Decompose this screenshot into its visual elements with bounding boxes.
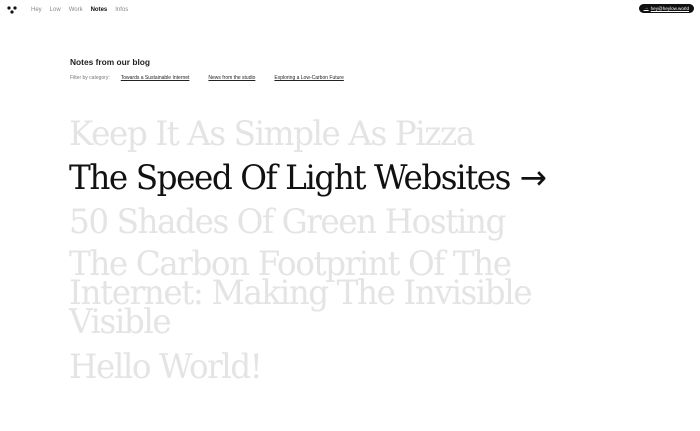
nav-item-infos[interactable]: Infos [115, 6, 128, 14]
email-contact-button[interactable]: → hey@heylow.world [638, 4, 694, 13]
post-link-hello-world[interactable]: Hello World! [69, 345, 664, 389]
filter-news-studio[interactable]: News from the studio [208, 75, 255, 81]
post-title: Hello World! [69, 347, 263, 387]
page-title: Notes from our blog [70, 57, 151, 67]
filter-label: Filter by category: [70, 75, 110, 81]
top-bar: Hey Low Work Notes Infos → hey@heylow.wo… [0, 0, 700, 20]
post-title: Keep It As Simple As Pizza [69, 114, 475, 154]
post-link-carbon-footprint[interactable]: The Carbon Footprint Of The Internet: Ma… [69, 244, 587, 345]
nav-item-notes[interactable]: Notes [91, 6, 108, 14]
nav-item-work[interactable]: Work [69, 6, 83, 14]
post-link-green-hosting[interactable]: 50 Shades Of Green Hosting [69, 200, 664, 244]
nav-item-hey[interactable]: Hey [31, 6, 42, 14]
post-title: The Speed Of Light Websites [69, 158, 511, 198]
filter-sustainable-internet[interactable]: Towards a Sustainable Internet [121, 75, 190, 81]
post-title: 50 Shades Of Green Hosting [69, 202, 506, 242]
post-list: Keep It As Simple As Pizza The Speed Of … [69, 112, 689, 389]
post-title: The Carbon Footprint Of The Internet: Ma… [69, 244, 533, 342]
arrow-right-icon: → [643, 5, 649, 11]
post-link-speed-of-light[interactable]: The Speed Of Light Websites → [69, 156, 664, 200]
email-label: hey@heylow.world [650, 6, 689, 11]
logo-icon[interactable] [7, 6, 17, 14]
arrow-right-icon: → [519, 158, 547, 198]
filter-low-carbon-future[interactable]: Exploring a Low-Carbon Future [274, 75, 343, 81]
nav-item-low[interactable]: Low [50, 6, 61, 14]
main-nav: Hey Low Work Notes Infos [31, 6, 136, 14]
category-filter: Filter by category: Towards a Sustainabl… [70, 75, 363, 81]
post-link-pizza[interactable]: Keep It As Simple As Pizza [69, 112, 664, 156]
